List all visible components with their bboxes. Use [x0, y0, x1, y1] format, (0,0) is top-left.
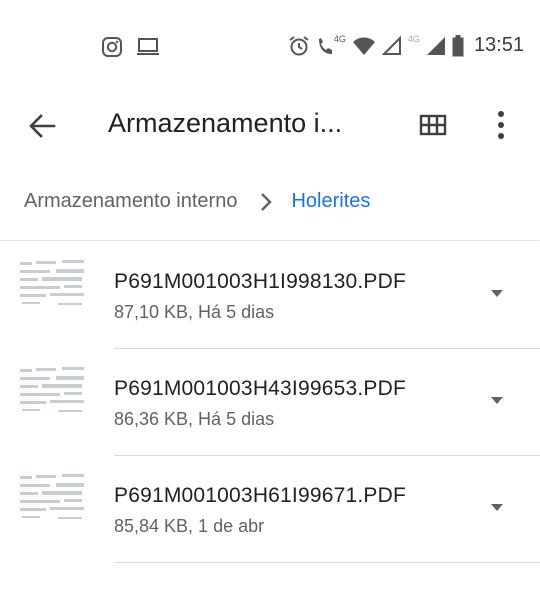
dropdown-arrow-icon[interactable] — [487, 286, 507, 300]
breadcrumb: Armazenamento interno Holerites — [24, 190, 370, 213]
signal-icon — [381, 35, 401, 55]
breadcrumb-root[interactable]: Armazenamento interno — [24, 190, 237, 213]
file-meta: 87,10 KB, Há 5 dias — [114, 302, 275, 322]
page-title: Armazenamento i... — [108, 108, 343, 138]
monitor-icon — [137, 38, 159, 55]
breadcrumb-current[interactable]: Holerites — [291, 190, 370, 213]
file-meta: 86,36 KB, Há 5 dias — [114, 409, 275, 429]
status-icons: 4G 4G 13:51 — [288, 34, 524, 57]
file-meta: 85,84 KB, 1 de abr — [114, 516, 265, 536]
grid-view-icon[interactable] — [418, 110, 448, 140]
dropdown-arrow-icon[interactable] — [487, 500, 507, 514]
file-name: P691M001003H1I998130.PDF — [114, 270, 407, 293]
file-name: P691M001003H61I99671.PDF — [114, 484, 407, 507]
instagram-icon — [102, 37, 122, 57]
clock: 13:51 — [473, 34, 524, 56]
file-row[interactable]: P691M001003H61I99671.PDF 85,84 KB, 1 de … — [0, 456, 540, 563]
alarm-icon — [289, 35, 309, 55]
app-bar: Armazenamento i... — [0, 94, 540, 156]
pdf-thumbnail-icon — [20, 260, 84, 305]
file-row[interactable]: P691M001003H1I998130.PDF 87,10 KB, Há 5 … — [0, 242, 540, 349]
row-divider — [114, 562, 540, 563]
wifi-call-icon — [318, 37, 332, 54]
network-label: 4G — [333, 33, 346, 44]
file-row[interactable]: P691M001003H43I99653.PDF 86,36 KB, Há 5 … — [0, 349, 540, 456]
more-vert-icon[interactable] — [490, 108, 512, 142]
file-list: P691M001003H1I998130.PDF 87,10 KB, Há 5 … — [0, 242, 540, 563]
back-arrow-icon[interactable] — [24, 108, 60, 144]
battery-icon — [452, 34, 464, 56]
chevron-right-icon — [261, 192, 273, 211]
dropdown-arrow-icon[interactable] — [487, 393, 507, 407]
file-name: P691M001003H43I99653.PDF — [114, 377, 407, 400]
pdf-thumbnail-icon — [20, 367, 84, 412]
divider — [0, 240, 540, 241]
network-label: 4G — [407, 33, 420, 44]
wifi-icon — [352, 37, 375, 55]
status-bar: 4G 4G 13:51 — [0, 0, 540, 94]
pdf-thumbnail-icon — [20, 474, 84, 519]
signal-icon — [426, 36, 445, 55]
